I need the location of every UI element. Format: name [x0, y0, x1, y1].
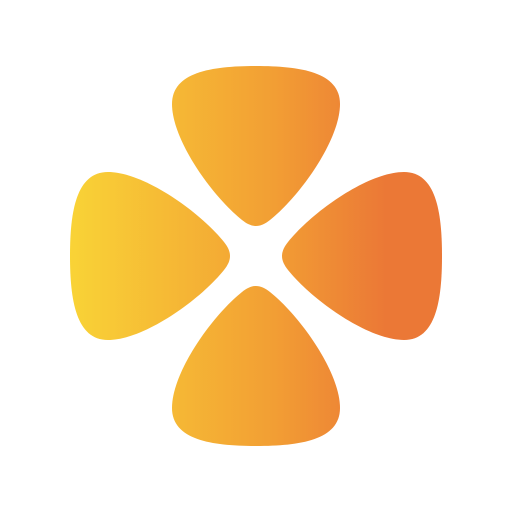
app-icon-canvas: [0, 0, 512, 512]
petal-right: [282, 172, 442, 340]
petal-bottom: [172, 286, 340, 446]
four-petal-logo-icon: [70, 66, 442, 446]
petal-left: [70, 172, 230, 340]
petal-top: [172, 66, 340, 226]
